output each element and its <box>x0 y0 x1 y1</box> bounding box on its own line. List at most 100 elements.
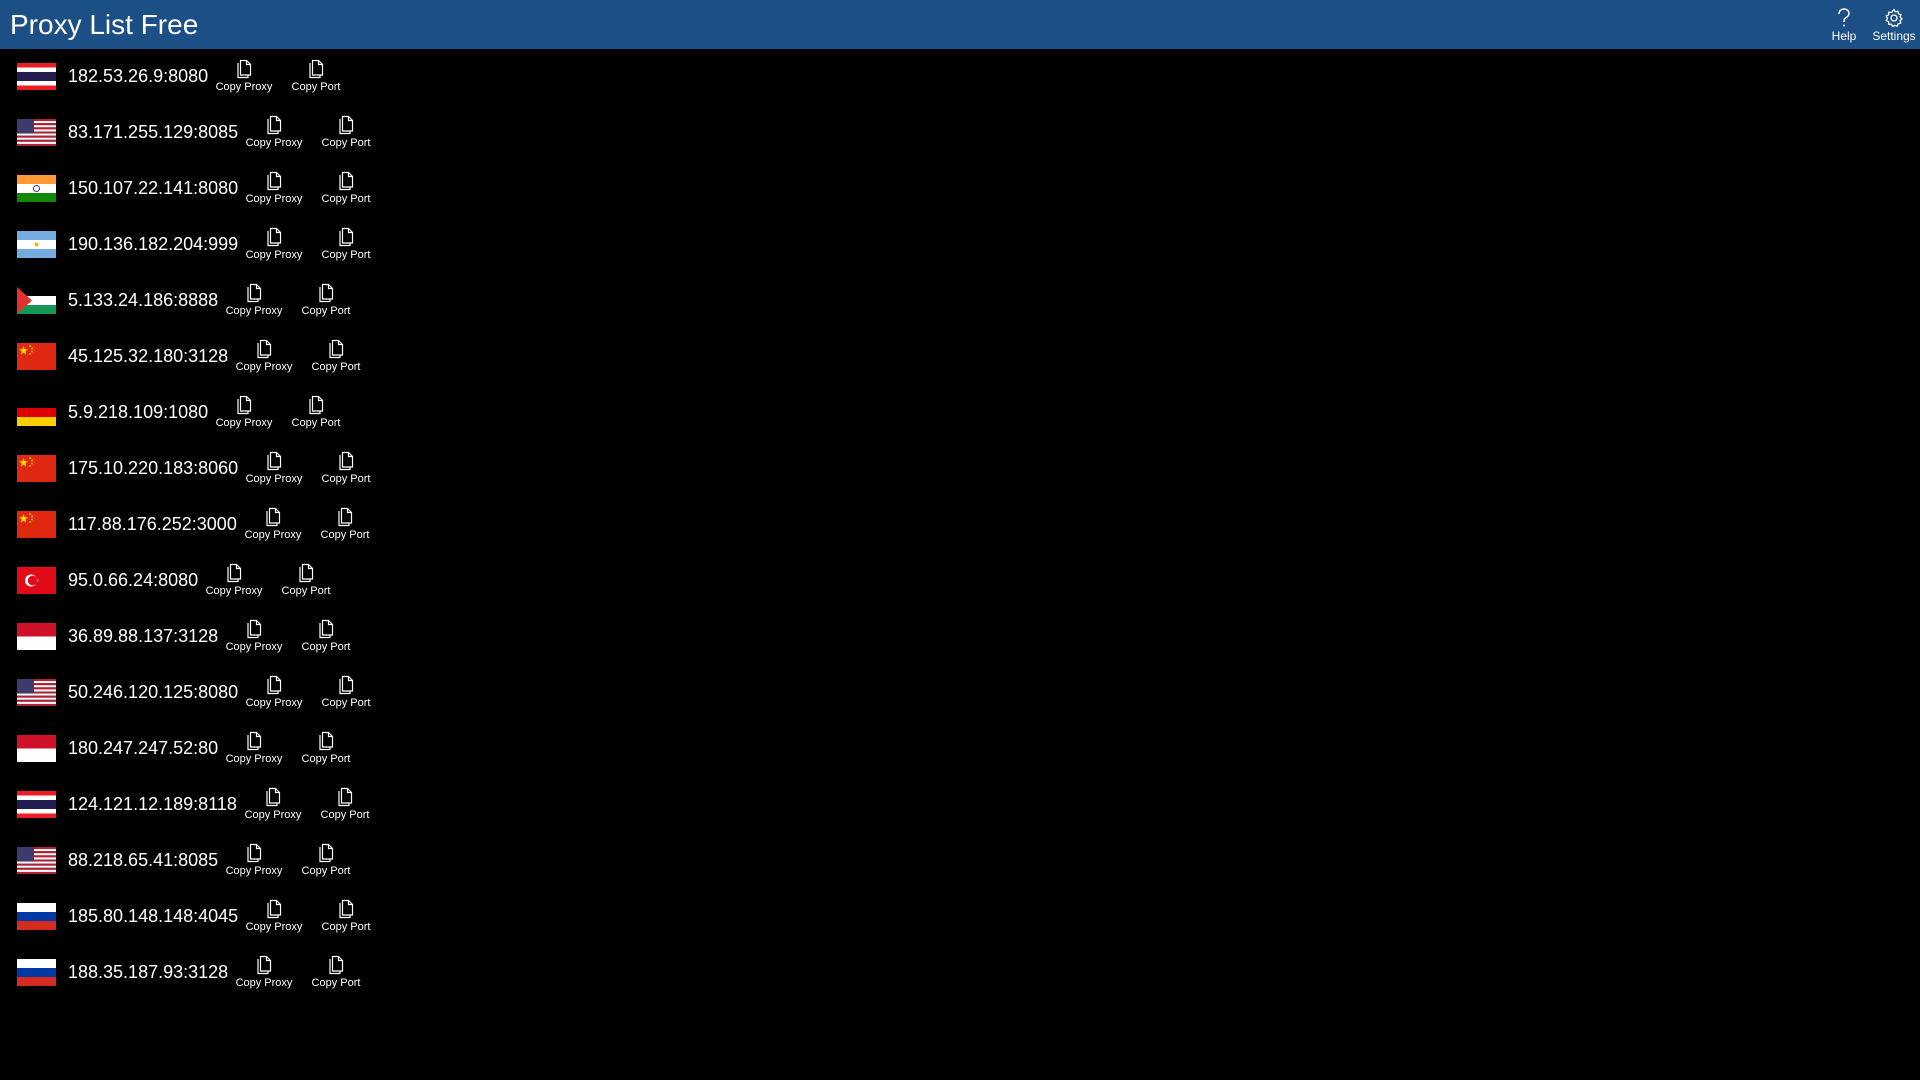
copy-proxy-button[interactable]: Copy Proxy <box>244 451 304 491</box>
proxy-address: 88.218.65.41:8085 <box>68 850 219 870</box>
copy-port-label: Copy Port <box>301 641 351 653</box>
copy-proxy-button[interactable]: Copy Proxy <box>214 395 274 435</box>
copy-proxy-label: Copy Proxy <box>245 921 303 933</box>
copy-actions: Copy Proxy Copy Port <box>243 787 375 827</box>
copy-port-button[interactable]: Copy Port <box>316 899 376 939</box>
copy-port-button[interactable]: Copy Port <box>315 787 375 827</box>
copy-proxy-button[interactable]: Copy Proxy <box>234 955 294 989</box>
copy-icon <box>338 787 353 807</box>
copy-proxy-button[interactable]: Copy Proxy <box>243 787 303 827</box>
copy-actions: Copy Proxy Copy Port <box>214 59 346 99</box>
copy-icon <box>227 563 242 583</box>
flag-russia-icon <box>17 959 56 986</box>
proxy-row: 185.80.148.148:4045 Copy Proxy Copy Port <box>0 889 420 945</box>
copy-proxy-button[interactable]: Copy Proxy <box>224 843 284 883</box>
copy-proxy-label: Copy Proxy <box>245 249 303 261</box>
copy-proxy-button[interactable]: Copy Proxy <box>244 171 304 211</box>
copy-icon <box>339 899 354 919</box>
copy-port-button[interactable]: Copy Port <box>296 731 356 771</box>
copy-port-button[interactable]: Copy Port <box>316 227 376 267</box>
copy-proxy-button[interactable]: Copy Proxy <box>224 619 284 659</box>
copy-proxy-label: Copy Proxy <box>225 641 283 653</box>
copy-icon <box>339 227 354 247</box>
proxy-row: 45.125.32.180:3128 Copy Proxy Copy Port <box>0 329 420 385</box>
copy-proxy-button[interactable]: Copy Proxy <box>244 675 304 715</box>
copy-port-button[interactable]: Copy Port <box>316 171 376 211</box>
proxy-address: 185.80.148.148:4045 <box>68 906 239 926</box>
copy-proxy-button[interactable]: Copy Proxy <box>244 899 304 939</box>
proxy-row: 50.246.120.125:8080 Copy Proxy Copy Port <box>0 665 420 721</box>
proxy-address: 50.246.120.125:8080 <box>68 682 239 702</box>
copy-proxy-button[interactable]: Copy Proxy <box>234 339 294 379</box>
copy-proxy-label: Copy Proxy <box>235 977 293 989</box>
copy-port-button[interactable]: Copy Port <box>296 283 356 323</box>
copy-proxy-button[interactable]: Copy Proxy <box>244 115 304 155</box>
copy-icon <box>267 227 282 247</box>
copy-proxy-label: Copy Proxy <box>225 753 283 765</box>
copy-port-button[interactable]: Copy Port <box>296 843 356 883</box>
copy-proxy-button[interactable]: Copy Proxy <box>214 59 274 99</box>
proxy-list: 182.53.26.9:8080 Copy Proxy Copy Port 83.17… <box>0 49 420 989</box>
copy-port-button[interactable]: Copy Port <box>306 955 366 989</box>
flag-usa-icon <box>17 119 56 146</box>
copy-port-button[interactable]: Copy Port <box>316 675 376 715</box>
proxy-address: 124.121.12.189:8118 <box>68 794 237 814</box>
proxy-address: 182.53.26.9:8080 <box>68 66 209 86</box>
copy-port-button[interactable]: Copy Port <box>315 507 375 547</box>
copy-port-label: Copy Port <box>321 473 371 485</box>
copy-port-label: Copy Port <box>301 865 351 877</box>
flag-palestine-icon <box>17 287 56 314</box>
copy-proxy-label: Copy Proxy <box>245 193 303 205</box>
copy-port-button[interactable]: Copy Port <box>286 395 346 435</box>
copy-proxy-button[interactable]: Copy Proxy <box>243 507 303 547</box>
copy-icon <box>299 563 314 583</box>
copy-port-label: Copy Port <box>321 193 371 205</box>
proxy-row: 5.133.24.186:8888 Copy Proxy Copy Port <box>0 273 420 329</box>
copy-actions: Copy Proxy Copy Port <box>224 619 356 659</box>
proxy-row: 124.121.12.189:8118 Copy Proxy Copy Port <box>0 777 420 833</box>
proxy-address: 45.125.32.180:3128 <box>68 346 229 366</box>
copy-proxy-label: Copy Proxy <box>215 417 273 429</box>
settings-button[interactable]: Settings <box>1866 5 1920 47</box>
proxy-row: 88.218.65.41:8085 Copy Proxy Copy Port <box>0 833 420 889</box>
copy-actions: Copy Proxy Copy Port <box>244 115 376 155</box>
copy-port-label: Copy Port <box>320 809 370 821</box>
copy-icon <box>267 451 282 471</box>
flag-thailand-icon <box>17 63 56 90</box>
proxy-row: 180.247.247.52:80 Copy Proxy Copy Port <box>0 721 420 777</box>
app-title: Proxy List Free <box>10 9 199 40</box>
copy-actions: Copy Proxy Copy Port <box>244 451 376 491</box>
copy-proxy-button[interactable]: Copy Proxy <box>224 731 284 771</box>
copy-icon <box>247 283 262 303</box>
proxy-address: 180.247.247.52:80 <box>68 738 219 758</box>
copy-proxy-label: Copy Proxy <box>235 361 293 373</box>
copy-proxy-label: Copy Proxy <box>244 529 302 541</box>
help-button[interactable]: Help <box>1816 5 1872 47</box>
copy-actions: Copy Proxy Copy Port <box>214 395 346 435</box>
copy-icon <box>338 507 353 527</box>
copy-port-button[interactable]: Copy Port <box>316 115 376 155</box>
copy-port-button[interactable]: Copy Port <box>306 339 366 379</box>
copy-actions: Copy Proxy Copy Port <box>244 171 376 211</box>
copy-port-button[interactable]: Copy Port <box>286 59 346 99</box>
copy-icon <box>319 731 334 751</box>
proxy-row: 117.88.176.252:3000 Copy Proxy Copy Port <box>0 497 420 553</box>
copy-actions: Copy Proxy Copy Port <box>244 899 376 939</box>
copy-port-button[interactable]: Copy Port <box>316 451 376 491</box>
copy-port-label: Copy Port <box>281 585 331 597</box>
copy-icon <box>339 171 354 191</box>
copy-icon <box>267 115 282 135</box>
copy-port-button[interactable]: Copy Port <box>296 619 356 659</box>
copy-proxy-label: Copy Proxy <box>245 697 303 709</box>
proxy-address: 5.133.24.186:8888 <box>68 290 219 310</box>
settings-label: Settings <box>1872 29 1916 43</box>
flag-germany-icon <box>17 399 56 426</box>
copy-port-label: Copy Port <box>301 305 351 317</box>
copy-icon <box>267 171 282 191</box>
copy-proxy-button[interactable]: Copy Proxy <box>224 283 284 323</box>
copy-icon <box>329 955 344 975</box>
copy-proxy-button[interactable]: Copy Proxy <box>244 227 304 267</box>
copy-port-button[interactable]: Copy Port <box>276 563 336 603</box>
copy-proxy-button[interactable]: Copy Proxy <box>204 563 264 603</box>
flag-thailand-icon <box>17 791 56 818</box>
